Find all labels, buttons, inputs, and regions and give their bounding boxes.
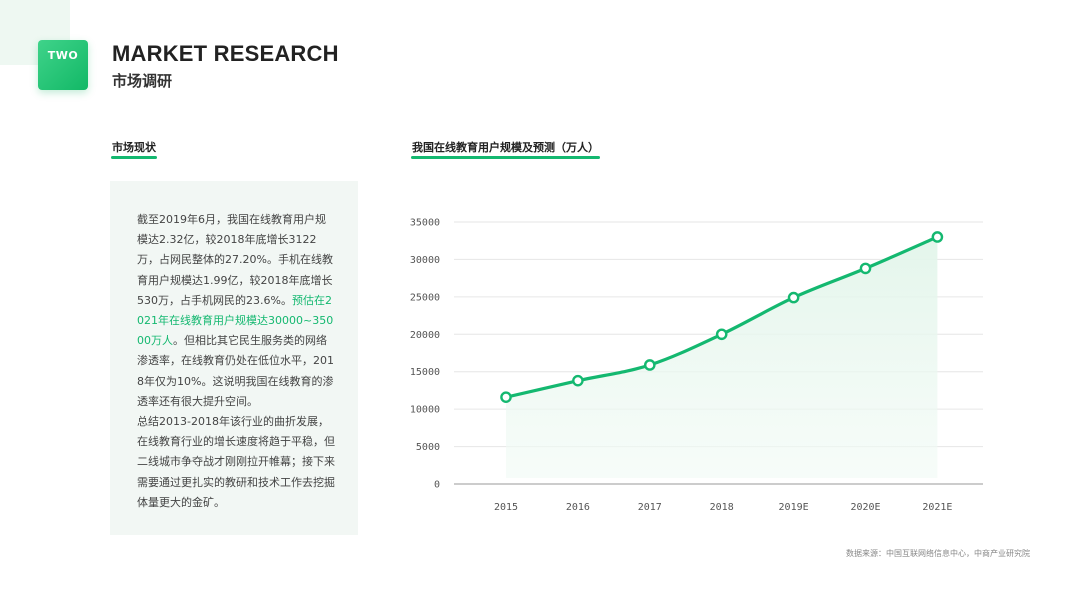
data-point (787, 291, 800, 304)
y-tick-label: 5000 (416, 442, 440, 453)
x-tick-label: 2018 (710, 502, 734, 513)
data-point (715, 328, 728, 341)
x-tick-label: 2021E (922, 502, 952, 513)
y-tick-label: 30000 (410, 255, 440, 266)
series-area (506, 236, 938, 478)
y-tick-label: 35000 (410, 218, 440, 229)
y-tick-label: 25000 (410, 292, 440, 303)
source-note: 数据来源：中国互联网络信息中心，中商产业研究院 (846, 549, 1030, 558)
x-tick-label: 2020E (850, 502, 880, 513)
data-point (572, 374, 584, 387)
area-fill (506, 236, 938, 478)
data-point (859, 262, 872, 275)
y-tick-label: 0 (434, 480, 440, 491)
data-point (644, 359, 656, 371)
data-point (500, 391, 512, 403)
y-tick-label: 10000 (410, 405, 440, 416)
x-tick-label: 2016 (566, 502, 590, 513)
x-tick-label: 2019E (779, 502, 809, 513)
y-tick-label: 15000 (410, 367, 440, 378)
x-tick-label: 2015 (494, 502, 518, 513)
y-tick-label: 20000 (410, 330, 440, 341)
user-scale-line-chart: 0 5000 10000 15000 20000 25000 30000 35000 2015 2… (410, 218, 983, 513)
data-point (931, 231, 944, 243)
x-tick-label: 2017 (638, 502, 662, 513)
